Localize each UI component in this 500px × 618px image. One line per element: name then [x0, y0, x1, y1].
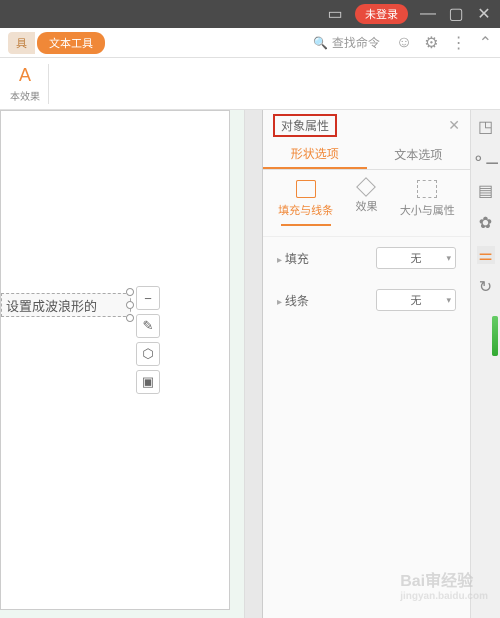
fill-select[interactable]: 无	[376, 247, 456, 269]
login-badge[interactable]: 未登录	[355, 4, 408, 24]
fill-line-icon	[296, 180, 316, 198]
line-property-row: 线条 无	[263, 279, 470, 321]
side-toolbar: ◳ ⚬⚊ ▤ ✿ ⚌ ↻	[470, 110, 500, 618]
sidebar-clipboard-icon[interactable]: ▤	[477, 182, 495, 200]
line-select[interactable]: 无	[376, 289, 456, 311]
resize-handle[interactable]	[126, 288, 134, 296]
option-label: 大小与属性	[400, 202, 455, 218]
sidebar-shape-icon[interactable]: ◳	[477, 118, 495, 136]
selected-textbox[interactable]: 设置成波浪形的	[1, 293, 131, 317]
floating-toolbar: − ✎ ⬡ ▣	[136, 286, 160, 394]
option-effect[interactable]: 效果	[355, 180, 377, 226]
toolbar: 具 文本工具 🔍 查找命令 ☺ ⚙ ⋮ ⌃	[0, 28, 500, 58]
sidebar-adjust-icon[interactable]: ⚌	[477, 246, 495, 264]
toolbar-right: ☺ ⚙ ⋮ ⌃	[396, 33, 492, 53]
watermark-main: Bai审经验	[400, 573, 473, 590]
sidebar-share-icon[interactable]: ⚬⚊	[477, 150, 495, 168]
more-icon[interactable]: ⋮	[451, 33, 467, 53]
properties-panel: 对象属性 ✕ 形状选项 文本选项 填充与线条 效果 大小与属性 填充 无	[263, 110, 470, 618]
fill-label[interactable]: 填充	[277, 250, 366, 267]
zoom-out-button[interactable]: −	[136, 286, 160, 310]
panel-close-icon[interactable]: ✕	[448, 117, 460, 134]
main-area: 设置成波浪形的 − ✎ ⬡ ▣ 对象属性 ✕ 形状选项 文本选项 填充与线条	[0, 110, 500, 618]
scroll-indicator[interactable]	[492, 316, 498, 356]
window-layout-icon[interactable]: ▭	[327, 6, 343, 22]
line-label[interactable]: 线条	[277, 292, 366, 309]
maximize-icon[interactable]: ▢	[448, 6, 464, 22]
resize-handle[interactable]	[126, 314, 134, 322]
edit-button[interactable]: ✎	[136, 314, 160, 338]
canvas-page[interactable]: 设置成波浪形的	[0, 110, 230, 610]
option-fill-line[interactable]: 填充与线条	[278, 180, 333, 226]
resize-handle[interactable]	[126, 301, 134, 309]
panel-header: 对象属性 ✕	[263, 110, 470, 140]
option-row: 填充与线条 效果 大小与属性	[263, 170, 470, 237]
text-effect-label: 本效果	[10, 88, 40, 103]
ribbon-separator	[48, 64, 49, 104]
sidebar-settings-icon[interactable]: ✿	[477, 214, 495, 232]
gear-icon[interactable]: ⚙	[424, 33, 438, 53]
layout-button[interactable]: ▣	[136, 370, 160, 394]
watermark: Bai审经验 jingyan.baidu.com	[400, 567, 488, 602]
option-label: 效果	[355, 198, 377, 214]
vertical-ruler	[245, 110, 263, 618]
tab-prev[interactable]: 具	[8, 32, 35, 54]
text-effect-button[interactable]: A 本效果	[4, 65, 46, 103]
text-effect-icon: A	[19, 65, 31, 86]
titlebar: ▭ 未登录 — ▢ ✕	[0, 0, 500, 28]
effect-icon	[357, 177, 377, 197]
canvas-area[interactable]: 设置成波浪形的 − ✎ ⬡ ▣	[0, 110, 245, 618]
smile-icon[interactable]: ☺	[396, 34, 412, 52]
fill-property-row: 填充 无	[263, 237, 470, 279]
size-icon	[417, 180, 437, 198]
tab-shape-options[interactable]: 形状选项	[263, 140, 367, 169]
option-label: 填充与线条	[278, 202, 333, 218]
command-search[interactable]: 🔍 查找命令	[313, 34, 380, 51]
panel-title: 对象属性	[273, 114, 337, 137]
search-icon: 🔍	[313, 36, 328, 50]
sidebar-history-icon[interactable]: ↻	[477, 278, 495, 296]
watermark-sub: jingyan.baidu.com	[400, 591, 488, 602]
close-icon[interactable]: ✕	[476, 6, 492, 22]
search-placeholder: 查找命令	[332, 34, 380, 51]
option-size-prop[interactable]: 大小与属性	[400, 180, 455, 226]
collapse-icon[interactable]: ⌃	[479, 33, 492, 53]
ribbon: A 本效果	[0, 58, 500, 110]
active-underline	[281, 224, 331, 226]
tab-text-options[interactable]: 文本选项	[367, 140, 471, 169]
minimize-icon[interactable]: —	[420, 6, 436, 22]
tab-text-tool[interactable]: 文本工具	[37, 32, 105, 54]
panel-tabs: 形状选项 文本选项	[263, 140, 470, 170]
shape-button[interactable]: ⬡	[136, 342, 160, 366]
